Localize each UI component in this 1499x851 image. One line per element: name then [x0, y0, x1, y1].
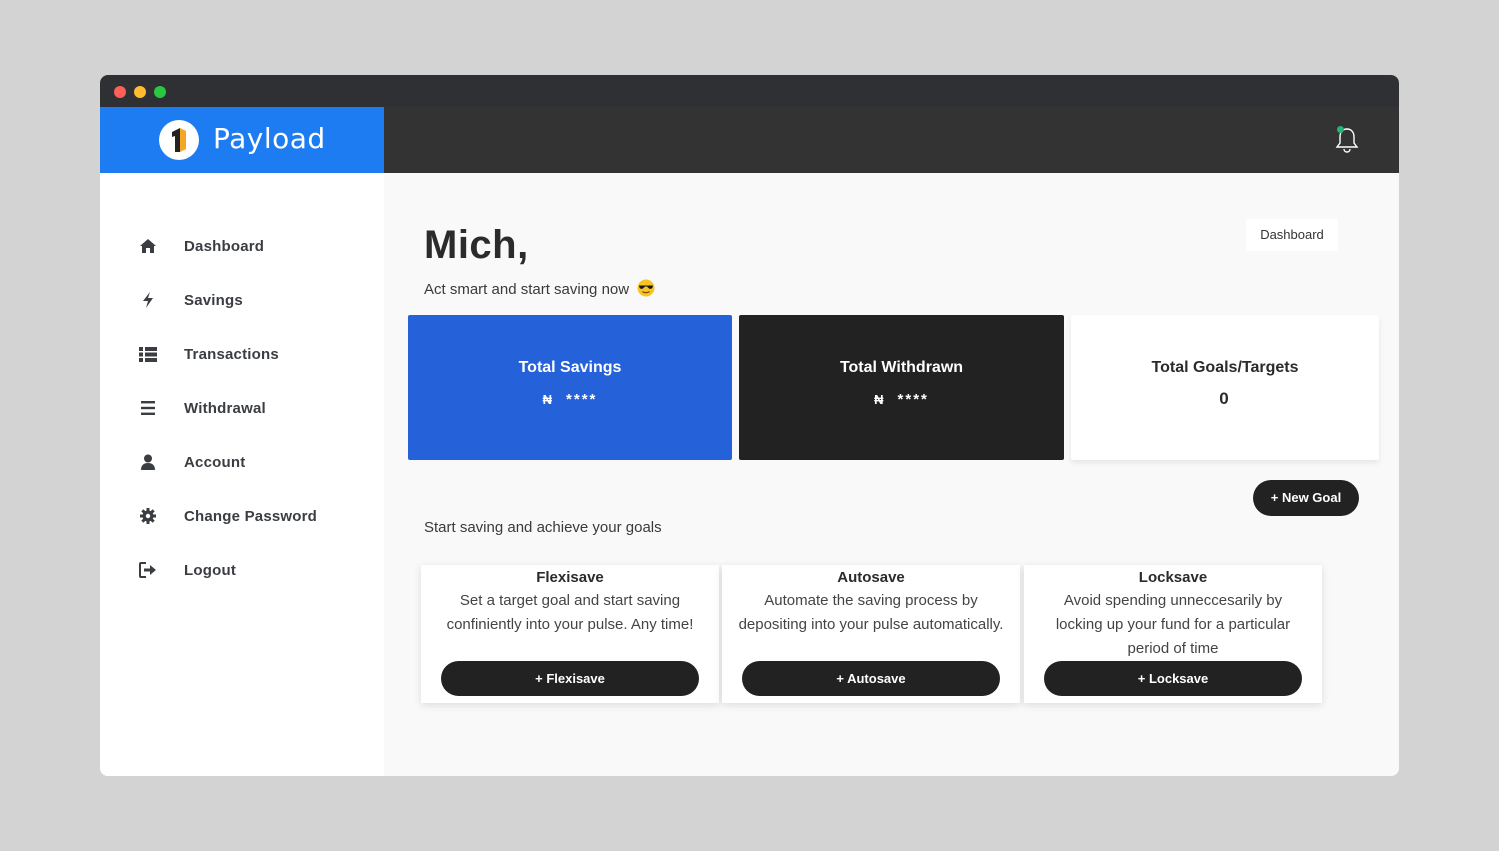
sidebar-item-logout[interactable]: Logout	[138, 556, 368, 584]
sidebar-item-savings[interactable]: Savings	[138, 286, 368, 314]
subtitle-text: Act smart and start saving now	[424, 281, 630, 298]
close-window-button[interactable]	[114, 86, 126, 98]
stat-value: ₦ ****	[408, 391, 732, 408]
sidebar-item-change-password[interactable]: Change Password	[138, 502, 368, 530]
plan-title: Flexisave	[536, 569, 604, 586]
user-icon	[138, 452, 158, 472]
stat-title: Total Savings	[518, 359, 622, 376]
maximize-window-button[interactable]	[154, 86, 166, 98]
home-icon	[138, 236, 158, 256]
plan-description: Set a target goal and start saving confi…	[446, 592, 694, 633]
minimize-window-button[interactable]	[134, 86, 146, 98]
sidebar-item-label: Logout	[184, 561, 237, 579]
brand-header: Payload	[100, 107, 384, 173]
total-savings-card: Total Savings ₦ ****	[408, 315, 732, 460]
payload-logo-icon	[159, 120, 199, 160]
plan-description: Automate the saving process by depositin…	[738, 592, 1004, 633]
notification-badge	[1337, 126, 1344, 133]
sidebar-item-transactions[interactable]: Transactions	[138, 340, 368, 368]
naira-currency-symbol: ₦	[874, 392, 884, 407]
locksave-button[interactable]: + Locksave	[1044, 661, 1302, 696]
stat-value: 0	[1219, 389, 1231, 408]
app-name[interactable]: Payload	[213, 121, 326, 157]
stat-value: ₦ ****	[739, 391, 1064, 408]
page-subtitle: Act smart and start saving now	[424, 279, 655, 298]
plan-description: Avoid spending unneccesarily by locking …	[1055, 592, 1291, 657]
plan-title: Autosave	[837, 569, 905, 586]
naira-currency-symbol: ₦	[542, 392, 553, 407]
sidebar-item-label: Dashboard	[184, 237, 265, 255]
sidebar-item-label: Savings	[184, 291, 243, 309]
breadcrumb[interactable]: Dashboard	[1246, 219, 1338, 251]
top-bar	[384, 107, 1399, 173]
list-icon	[138, 344, 158, 364]
flexisave-card: Flexisave Set a target goal and start sa…	[421, 565, 719, 703]
autosave-button[interactable]: + Autosave	[742, 661, 1000, 696]
total-withdrawn-card: Total Withdrawn ₦ ****	[739, 315, 1064, 460]
window-titlebar	[100, 75, 1399, 107]
stat-title: Total Withdrawn	[839, 359, 964, 376]
stat-title: Total Goals/Targets	[1151, 359, 1299, 376]
plan-title: Locksave	[1138, 569, 1208, 586]
logout-icon	[138, 560, 158, 580]
new-goal-button[interactable]: + New Goal	[1253, 480, 1359, 516]
sidebar-item-label: Account	[184, 453, 246, 471]
main-content: Mich, Act smart and start saving now Das…	[384, 173, 1399, 776]
page-greeting: Mich,	[424, 223, 529, 267]
sunglasses-emoji-icon	[637, 279, 655, 297]
masked-amount: ****	[897, 391, 929, 408]
section-intro: Start saving and achieve your goals	[424, 519, 662, 536]
sidebar-item-dashboard[interactable]: Dashboard	[138, 232, 368, 260]
total-goals-card: Total Goals/Targets 0	[1071, 315, 1379, 460]
autosave-card: Autosave Automate the saving process by …	[722, 565, 1020, 703]
bolt-icon	[138, 290, 158, 310]
sidebar-item-label: Change Password	[184, 507, 318, 525]
gear-icon	[138, 506, 158, 526]
notification-bell-icon[interactable]	[1334, 125, 1360, 155]
sidebar-item-withdrawal[interactable]: Withdrawal	[138, 394, 368, 422]
locksave-card: Locksave Avoid spending unneccesarily by…	[1024, 565, 1322, 703]
sidebar-item-label: Transactions	[184, 345, 279, 363]
sidebar: Dashboard Savings Transactions Withdrawa…	[100, 173, 384, 776]
flexisave-button[interactable]: + Flexisave	[441, 661, 699, 696]
app-window: Payload Dashboard Savings Transactions W…	[100, 75, 1399, 776]
sidebar-item-label: Withdrawal	[184, 399, 266, 417]
bars-icon	[138, 398, 158, 418]
sidebar-item-account[interactable]: Account	[138, 448, 368, 476]
masked-amount: ****	[566, 391, 598, 408]
